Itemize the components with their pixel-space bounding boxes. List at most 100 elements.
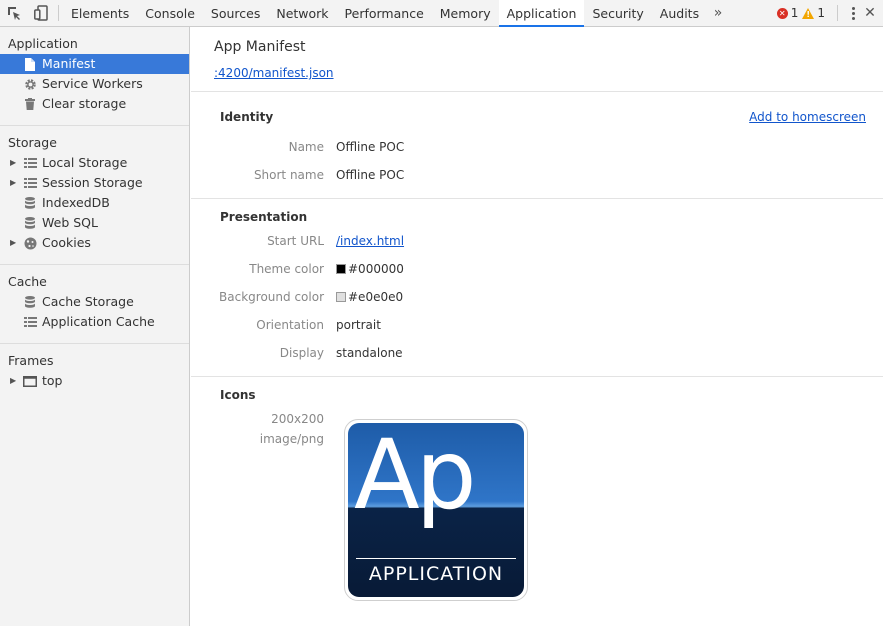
tab-elements[interactable]: Elements	[63, 0, 137, 26]
sidebar-item-web-sql[interactable]: Web SQL	[0, 213, 189, 233]
cookie-icon	[22, 236, 38, 250]
sidebar-item-application-cache[interactable]: Application Cache	[0, 312, 189, 332]
warning-count: 1	[817, 6, 825, 20]
toolbar-separator	[837, 5, 838, 21]
sidebar-item-label: Local Storage	[42, 155, 128, 170]
application-sidebar: Application Manifest Service Workers Cle…	[0, 27, 190, 626]
manifest-panel: App Manifest :4200/manifest.json Identit…	[191, 27, 883, 626]
sidebar-item-cache-storage[interactable]: Cache Storage	[0, 292, 189, 312]
display-value: standalone	[336, 346, 403, 360]
frame-icon	[22, 374, 38, 388]
app-icon-logo-text: Ap	[354, 423, 477, 531]
theme-color-swatch	[336, 264, 346, 274]
sidebar-divider	[0, 343, 189, 344]
sidebar-item-label: Manifest	[42, 56, 96, 71]
name-label: Name	[288, 140, 324, 154]
app-icon-image: Ap APPLICATION	[344, 419, 528, 601]
section-title-storage: Storage	[8, 135, 57, 150]
grid-icon	[22, 315, 38, 329]
sidebar-item-frame-top[interactable]: ▶ top	[0, 371, 189, 391]
tab-network[interactable]: Network	[268, 0, 336, 26]
manifest-url-link[interactable]: :4200/manifest.json	[214, 66, 334, 80]
app-icon-rule	[356, 558, 516, 559]
expand-arrow-icon[interactable]: ▶	[10, 173, 22, 193]
gear-icon	[22, 77, 38, 91]
presentation-heading: Presentation	[220, 210, 308, 224]
device-toolbar-icon[interactable]	[27, 0, 54, 26]
sidebar-item-label: IndexedDB	[42, 195, 110, 210]
theme-color-label: Theme color	[249, 262, 324, 276]
inspect-element-icon[interactable]	[0, 0, 27, 26]
background-color-label: Background color	[219, 290, 324, 304]
sidebar-item-service-workers[interactable]: Service Workers	[0, 74, 189, 94]
sidebar-item-label: Cookies	[42, 235, 91, 250]
section-title-cache: Cache	[8, 274, 47, 289]
database-icon	[22, 295, 38, 309]
expand-arrow-icon[interactable]: ▶	[10, 153, 22, 173]
background-color-swatch	[336, 292, 346, 302]
page-title: App Manifest	[214, 39, 306, 55]
section-divider	[191, 376, 883, 377]
short-name-value: Offline POC	[336, 168, 405, 182]
warning-icon: !	[802, 7, 815, 19]
tab-audits[interactable]: Audits	[652, 0, 707, 26]
orientation-value: portrait	[336, 318, 381, 332]
display-label: Display	[279, 346, 324, 360]
more-tabs-icon[interactable]: »	[707, 0, 729, 26]
error-icon: ✕	[776, 7, 788, 19]
error-count: 1	[790, 6, 799, 20]
sidebar-divider	[0, 264, 189, 265]
tab-sources[interactable]: Sources	[203, 0, 268, 26]
identity-heading: Identity	[220, 110, 274, 124]
grid-icon	[22, 176, 38, 190]
app-icon-caption: APPLICATION	[368, 563, 504, 585]
sidebar-item-label: top	[42, 373, 63, 388]
background-color-text: #e0e0e0	[348, 290, 404, 304]
panel-tabs: Elements Console Sources Network Perform…	[63, 0, 707, 27]
warning-counter[interactable]: ! 1	[802, 6, 825, 20]
sidebar-item-label: Service Workers	[42, 76, 143, 91]
sidebar-item-clear-storage[interactable]: Clear storage	[0, 94, 189, 114]
app-icon-graphic: Ap APPLICATION	[348, 423, 524, 597]
section-title-frames: Frames	[8, 353, 54, 368]
customize-menu-icon[interactable]	[852, 6, 855, 20]
icons-heading: Icons	[220, 388, 256, 402]
start-url-link[interactable]: /index.html	[336, 234, 404, 248]
sidebar-item-label: Session Storage	[42, 175, 143, 190]
section-title-application: Application	[8, 36, 78, 51]
close-icon[interactable]: ✕	[863, 5, 877, 21]
sidebar-item-local-storage[interactable]: ▶ Local Storage	[0, 153, 189, 173]
theme-color-value: #000000	[336, 262, 404, 276]
start-url-value: /index.html	[336, 234, 404, 248]
name-value: Offline POC	[336, 140, 405, 154]
tab-console[interactable]: Console	[137, 0, 203, 26]
icon-size-label: 200x200	[271, 412, 324, 426]
add-to-homescreen-link[interactable]: Add to homescreen	[749, 110, 866, 124]
sidebar-item-manifest[interactable]: Manifest	[0, 54, 189, 74]
sidebar-item-label: Web SQL	[42, 215, 98, 230]
start-url-label: Start URL	[267, 234, 324, 248]
tab-performance[interactable]: Performance	[337, 0, 432, 26]
expand-arrow-icon[interactable]: ▶	[10, 371, 22, 391]
trash-icon	[22, 97, 38, 111]
toolbar-separator	[58, 5, 59, 21]
tab-security[interactable]: Security	[584, 0, 651, 26]
sidebar-item-label: Cache Storage	[42, 294, 134, 309]
devtools-toolbar: Elements Console Sources Network Perform…	[0, 0, 883, 27]
section-divider	[191, 91, 883, 92]
sidebar-item-indexeddb[interactable]: IndexedDB	[0, 193, 189, 213]
toolbar-right: ✕ 1 ! 1 ✕	[776, 0, 883, 26]
theme-color-text: #000000	[348, 262, 404, 276]
sidebar-item-cookies[interactable]: ▶ Cookies	[0, 233, 189, 253]
icon-type-label: image/png	[259, 432, 324, 446]
sidebar-item-label: Clear storage	[42, 96, 127, 111]
database-icon	[22, 216, 38, 230]
tab-application[interactable]: Application	[498, 0, 585, 27]
short-name-label: Short name	[253, 168, 324, 182]
tab-memory[interactable]: Memory	[432, 0, 499, 26]
section-divider	[191, 198, 883, 199]
sidebar-item-session-storage[interactable]: ▶ Session Storage	[0, 173, 189, 193]
expand-arrow-icon[interactable]: ▶	[10, 233, 22, 253]
error-counter[interactable]: ✕ 1	[776, 6, 799, 20]
background-color-value: #e0e0e0	[336, 290, 403, 304]
